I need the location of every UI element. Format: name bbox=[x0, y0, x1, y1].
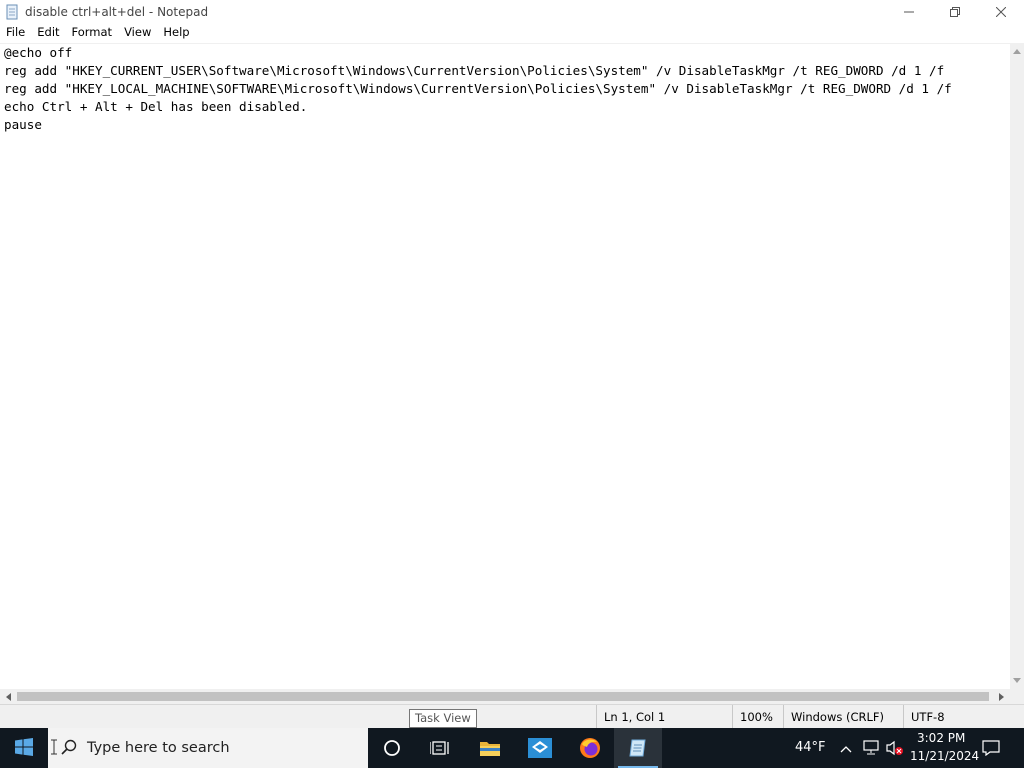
menu-edit[interactable]: Edit bbox=[31, 23, 65, 42]
menu-format[interactable]: Format bbox=[66, 23, 119, 42]
menu-help[interactable]: Help bbox=[157, 23, 195, 42]
text-cursor-icon bbox=[51, 739, 57, 758]
scroll-right-icon[interactable] bbox=[993, 689, 1010, 704]
text-editor[interactable]: @echo off reg add "HKEY_CURRENT_USER\Soft… bbox=[0, 43, 1010, 689]
zoom-level: 100% bbox=[732, 705, 782, 729]
start-button[interactable] bbox=[0, 728, 48, 768]
notepad-icon bbox=[4, 4, 20, 20]
chevron-up-icon[interactable] bbox=[840, 742, 852, 756]
editor-line: echo Ctrl + Alt + Del has been disabled. bbox=[4, 99, 308, 114]
editor-line: reg add "HKEY_LOCAL_MACHINE\SOFTWARE\Mic… bbox=[4, 81, 952, 96]
status-bar: Ln 1, Col 1 100% Windows (CRLF) UTF-8 bbox=[0, 704, 1024, 729]
cortana-icon[interactable] bbox=[368, 728, 416, 768]
firefox-icon[interactable] bbox=[566, 728, 614, 768]
notification-icon[interactable] bbox=[982, 740, 1000, 759]
network-icon[interactable] bbox=[862, 740, 880, 759]
horizontal-scrollbar[interactable] bbox=[0, 689, 1010, 704]
cursor-position: Ln 1, Col 1 bbox=[596, 705, 730, 729]
scrollbar-corner bbox=[1010, 689, 1024, 704]
restore-icon[interactable] bbox=[932, 0, 978, 23]
scroll-up-icon[interactable] bbox=[1010, 43, 1024, 60]
window-title: disable ctrl+alt+del - Notepad bbox=[25, 4, 209, 19]
menu-file[interactable]: File bbox=[0, 23, 31, 42]
menu-bar: File Edit Format View Help bbox=[0, 23, 1024, 42]
task-view-tooltip: Task View bbox=[409, 709, 477, 728]
file-explorer-icon[interactable] bbox=[466, 728, 514, 768]
search-placeholder: Type here to search bbox=[87, 740, 230, 756]
taskbar: Type here to search 44°F 3:02 PM 11/21/2… bbox=[0, 728, 1024, 768]
clock-time[interactable]: 3:02 PM bbox=[917, 731, 965, 745]
notepad-taskbar-icon[interactable] bbox=[614, 728, 662, 768]
editor-line: pause bbox=[4, 117, 42, 132]
scroll-left-icon[interactable] bbox=[0, 689, 17, 704]
mail-app-icon[interactable] bbox=[516, 728, 564, 768]
volume-muted-icon[interactable] bbox=[886, 740, 904, 759]
minimize-icon[interactable] bbox=[886, 0, 932, 23]
menu-view[interactable]: View bbox=[118, 23, 157, 42]
search-icon bbox=[61, 739, 77, 758]
close-icon[interactable] bbox=[978, 0, 1024, 23]
encoding: UTF-8 bbox=[903, 705, 1011, 729]
clock-date[interactable]: 11/21/2024 bbox=[910, 749, 979, 763]
horizontal-scroll-thumb[interactable] bbox=[17, 692, 989, 701]
editor-line: @echo off bbox=[4, 45, 73, 60]
vertical-scrollbar[interactable] bbox=[1010, 43, 1024, 689]
editor-line: reg add "HKEY_CURRENT_USER\Software\Micr… bbox=[4, 63, 945, 78]
weather-temperature[interactable]: 44°F bbox=[795, 740, 826, 755]
line-ending: Windows (CRLF) bbox=[783, 705, 901, 729]
title-bar[interactable]: disable ctrl+alt+del - Notepad bbox=[0, 0, 1024, 23]
search-box[interactable]: Type here to search bbox=[48, 728, 368, 768]
task-view-icon[interactable] bbox=[416, 728, 464, 768]
windows-logo-icon bbox=[15, 737, 33, 759]
scroll-down-icon[interactable] bbox=[1010, 672, 1024, 689]
